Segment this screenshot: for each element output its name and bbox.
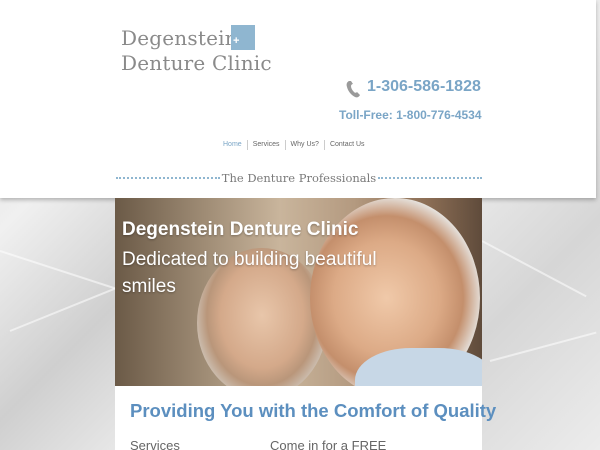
nav-services[interactable]: Services (246, 140, 285, 150)
marble-texture (481, 240, 587, 298)
phone-number[interactable]: 1-306-586-1828 (367, 78, 481, 96)
logo-mark-icon: + (231, 25, 255, 50)
dotted-rule-right (378, 177, 482, 179)
marble-texture (9, 285, 122, 332)
nav-contact-us[interactable]: Contact Us (323, 140, 370, 150)
nav-home[interactable]: Home (218, 140, 247, 150)
logo-line-2: Denture Clinic (121, 51, 272, 75)
hero-subtitle: Dedicated to building beautiful smiles (122, 249, 377, 297)
section-heading: Providing You with the Comfort of Qualit… (130, 400, 497, 421)
free-consult-heading: Come in for a FREE (270, 438, 387, 450)
tagline: The Denture Professionals (221, 171, 377, 185)
phone-icon (346, 81, 360, 98)
content-panel: Providing You with the Comfort of Qualit… (115, 386, 496, 450)
dotted-rule-left (116, 177, 220, 179)
tagline-divider: The Denture Professionals (116, 170, 482, 186)
main-nav: Home Services Why Us? Contact Us (218, 140, 370, 150)
hero-title: Degenstein Denture Clinic (122, 219, 359, 240)
services-heading: Services (130, 438, 180, 450)
site-header: Degenstein Denture Clinic + 1-306-586-18… (0, 0, 596, 198)
marble-texture (489, 331, 597, 362)
nav-why-us[interactable]: Why Us? (284, 140, 324, 150)
logo-cross: + (233, 35, 240, 47)
hero-banner: Degenstein Denture Clinic Dedicated to b… (115, 198, 482, 386)
toll-free-number[interactable]: Toll-Free: 1-800-776-4534 (339, 108, 482, 122)
